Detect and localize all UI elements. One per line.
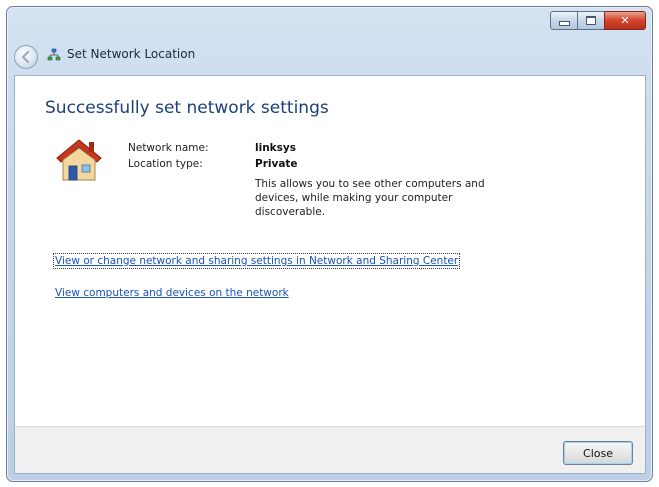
page-heading: Successfully set network settings [45,98,329,118]
content-pane: Successfully set network settings Networ… [14,75,646,426]
back-button[interactable] [14,45,38,69]
back-arrow-icon [21,50,30,64]
location-type-value: Private [255,158,298,170]
network-name-value: linksys [255,142,297,154]
network-icon [47,48,61,61]
location-description: This allows you to see other computers a… [255,178,485,218]
info-values: linksys Private [255,140,298,172]
location-type-label: Location type: [128,158,203,170]
view-computers-link[interactable]: View computers and devices on the networ… [55,287,289,299]
maximize-icon [586,16,596,25]
close-window-button[interactable]: ✕ [604,11,646,30]
network-name-label: Network name: [128,142,209,154]
dialog-window: ✕ Set Network Location Successfully set … [6,6,653,482]
window-title: Set Network Location [67,47,196,61]
maximize-button[interactable] [577,11,605,30]
caption-buttons: ✕ [550,11,646,30]
info-labels: Network name: Location type: [128,140,209,172]
title-bar: ✕ Set Network Location [7,7,652,75]
dialog-footer: Close [14,426,646,474]
close-button[interactable]: Close [563,441,633,465]
minimize-icon [558,21,570,26]
network-sharing-center-link[interactable]: View or change network and sharing setti… [52,253,461,269]
minimize-button[interactable] [550,11,578,30]
house-icon [56,139,102,181]
close-icon: ✕ [620,14,630,27]
